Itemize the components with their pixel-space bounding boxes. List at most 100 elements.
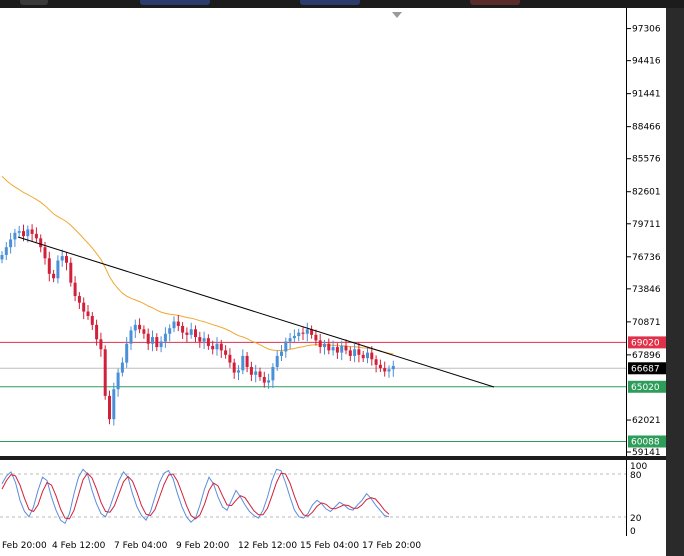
candle-body bbox=[249, 367, 253, 375]
candle-body bbox=[34, 233, 38, 239]
time-label: 4 Feb 12:00 bbox=[52, 541, 106, 551]
candle-body bbox=[387, 369, 391, 372]
candle-body bbox=[237, 370, 240, 373]
candle-body bbox=[340, 345, 344, 353]
candle-body bbox=[232, 362, 236, 373]
candle-body bbox=[69, 262, 73, 283]
candle-body bbox=[13, 232, 17, 240]
candle-body bbox=[361, 354, 365, 359]
candle-body bbox=[378, 364, 382, 369]
candlesticks bbox=[0, 224, 395, 426]
toolbar-chip[interactable] bbox=[140, 0, 210, 5]
candle-body bbox=[297, 332, 301, 336]
price-tick-label: 73846 bbox=[632, 285, 661, 295]
candle-body bbox=[129, 330, 133, 344]
stochastic-oscillator-area[interactable] bbox=[0, 460, 626, 536]
candle-body bbox=[228, 354, 232, 363]
candle-body bbox=[155, 337, 159, 348]
level-tag-label: 69020 bbox=[631, 338, 660, 348]
candle-body bbox=[146, 333, 150, 344]
price-tick-label: 82601 bbox=[632, 188, 661, 198]
candle-body bbox=[348, 350, 352, 356]
candle-body bbox=[262, 377, 266, 383]
candle-body bbox=[0, 254, 4, 260]
price-tick-label: 59141 bbox=[632, 448, 661, 456]
candle-body bbox=[22, 231, 25, 237]
time-label: 15 Feb 04:00 bbox=[300, 541, 359, 551]
horizontal-levels bbox=[0, 341, 626, 442]
candle-body bbox=[301, 332, 305, 334]
candle-body bbox=[280, 351, 283, 356]
candle-body bbox=[275, 355, 279, 368]
candle-body bbox=[374, 359, 378, 365]
right-panel-edge bbox=[666, 8, 684, 556]
candle-body bbox=[267, 380, 271, 383]
time-label: 12 Feb 12:00 bbox=[238, 541, 297, 551]
candle-body bbox=[194, 329, 197, 338]
candle-body bbox=[30, 229, 34, 234]
candle-body bbox=[103, 349, 107, 396]
candle-body bbox=[245, 355, 249, 368]
candle-body bbox=[125, 343, 129, 363]
candle-body bbox=[189, 329, 193, 335]
stochastic-k-line bbox=[1, 468, 390, 525]
candle-body bbox=[120, 362, 124, 373]
level-tag-label: 66687 bbox=[631, 364, 660, 374]
toolbar-chip[interactable] bbox=[300, 0, 360, 5]
candle-body bbox=[357, 349, 361, 355]
osc-tick-80: 80 bbox=[630, 471, 642, 481]
price-tick-label: 70871 bbox=[632, 318, 661, 328]
candle-body bbox=[108, 395, 111, 420]
price-tick-label: 79711 bbox=[632, 220, 661, 230]
candle-body bbox=[112, 389, 116, 420]
toolbar-chip[interactable] bbox=[470, 0, 520, 5]
candle-body bbox=[292, 335, 296, 339]
candle-body bbox=[366, 352, 369, 359]
candle-body bbox=[86, 311, 90, 316]
price-axis[interactable]: 97306 94416 91441 88466 85576 82601 79711 76736… bbox=[626, 8, 667, 456]
oscillator-axis: 100 80 20 0 bbox=[626, 460, 667, 536]
candle-body bbox=[288, 338, 292, 342]
candle-body bbox=[116, 372, 120, 390]
price-tick-label: 88466 bbox=[632, 123, 661, 133]
candle-body bbox=[335, 347, 339, 353]
candle-body bbox=[82, 302, 86, 312]
price-chart-area[interactable] bbox=[0, 8, 626, 456]
candle-body bbox=[323, 343, 326, 348]
osc-tick-20: 20 bbox=[630, 514, 642, 524]
scroll-marker-icon[interactable] bbox=[392, 12, 402, 18]
candle-body bbox=[254, 371, 258, 375]
candle-body bbox=[215, 343, 219, 350]
candle-body bbox=[241, 355, 245, 371]
time-label: Feb 20:00 bbox=[2, 541, 47, 551]
candle-body bbox=[258, 371, 262, 378]
moving-average-line bbox=[1, 175, 394, 355]
price-tick-label: 97306 bbox=[632, 25, 661, 35]
candle-body bbox=[159, 341, 163, 348]
price-tick-label: 62021 bbox=[632, 416, 661, 426]
candle-body bbox=[9, 239, 13, 248]
candle-body bbox=[383, 368, 387, 372]
level-tag-label: 60088 bbox=[631, 437, 660, 447]
osc-tick-0: 0 bbox=[630, 527, 636, 536]
candle-body bbox=[353, 349, 357, 356]
candle-body bbox=[39, 238, 43, 248]
candle-body bbox=[17, 231, 21, 233]
candle-body bbox=[271, 367, 275, 381]
price-tick-label: 91441 bbox=[632, 90, 661, 100]
candle-body bbox=[77, 296, 81, 303]
price-tick-label: 67896 bbox=[632, 351, 661, 361]
candle-body bbox=[151, 337, 154, 344]
candle-body bbox=[202, 338, 206, 342]
candle-body bbox=[43, 247, 47, 259]
price-tick-label: 85576 bbox=[632, 155, 661, 165]
candle-body bbox=[26, 229, 30, 237]
time-label: 9 Feb 20:00 bbox=[176, 541, 230, 551]
toolbar-chip[interactable] bbox=[20, 0, 48, 5]
candle-body bbox=[391, 365, 395, 370]
candle-body bbox=[99, 339, 103, 350]
price-tick-label: 76736 bbox=[632, 253, 661, 263]
candle-body bbox=[198, 337, 202, 342]
candle-body bbox=[95, 324, 99, 340]
candle-body bbox=[224, 350, 228, 355]
